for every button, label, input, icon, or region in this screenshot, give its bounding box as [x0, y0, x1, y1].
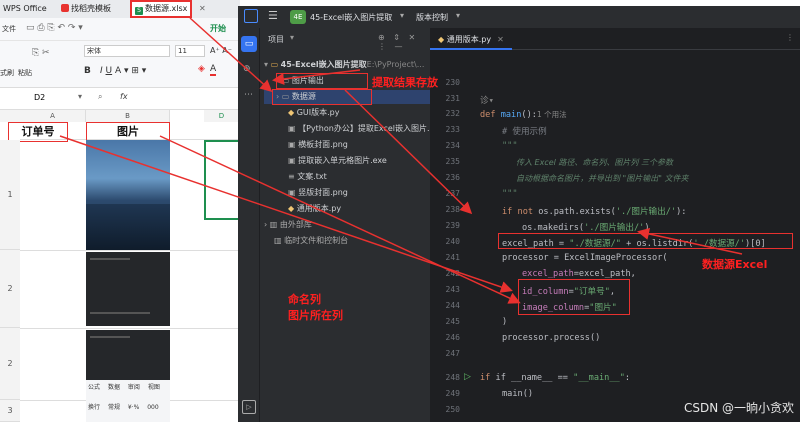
- arrow-image-column: [159, 135, 521, 304]
- watermark: CSDN @一晌小贪欢: [683, 401, 794, 415]
- screenshot-root: WPS Office 找稻壳模板 S 数据源.xlsx ✕ 文件 ▭ ⎙ ⎘ ↶ …: [0, 0, 800, 422]
- arrow-source-excel: [637, 228, 743, 255]
- arrow-folder-to-code: [344, 89, 473, 215]
- arrow-save-label: [272, 69, 361, 85]
- annotation-arrows: [59, 17, 743, 304]
- arrow-xlsx-to-source: [189, 17, 273, 93]
